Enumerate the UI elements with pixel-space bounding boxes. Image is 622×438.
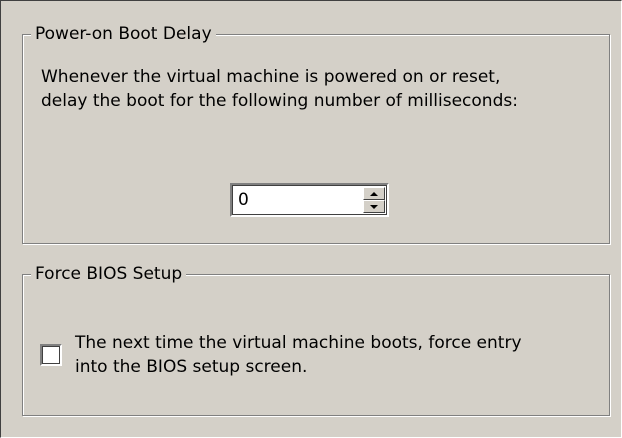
boot-delay-description: Whenever the virtual machine is powered …: [41, 67, 518, 111]
boot-delay-value[interactable]: 0: [238, 189, 249, 211]
spinner-up-button[interactable]: [363, 187, 385, 200]
arrow-up-icon: [370, 191, 378, 196]
group-title-bios-setup: Force BIOS Setup: [31, 263, 187, 285]
spinner-down-button[interactable]: [363, 200, 385, 213]
force-bios-setup-label[interactable]: The next time the virtual machine boots,…: [75, 331, 595, 379]
force-bios-setup-group: Force BIOS Setup The next time the virtu…: [22, 263, 610, 416]
spinner-buttons: [363, 187, 385, 213]
power-on-boot-delay-group: Power-on Boot Delay Whenever the virtual…: [22, 23, 610, 244]
arrow-down-icon: [370, 204, 378, 209]
settings-panel: Power-on Boot Delay Whenever the virtual…: [0, 0, 622, 438]
boot-delay-spinner[interactable]: 0: [230, 183, 389, 217]
group-title-boot-delay: Power-on Boot Delay: [31, 23, 216, 45]
force-bios-setup-checkbox[interactable]: [40, 344, 62, 366]
